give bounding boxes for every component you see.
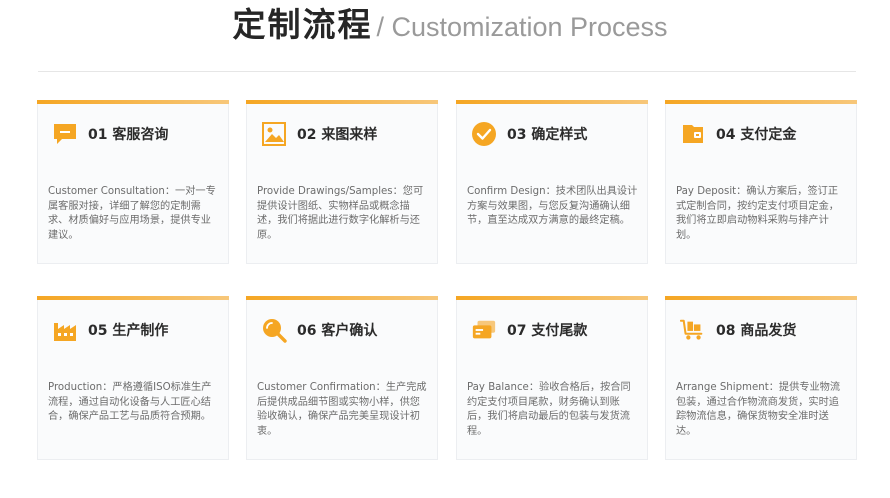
card-accent-bar — [665, 100, 857, 104]
card-accent-bar — [246, 100, 438, 104]
card-header: 06 客户确认 — [261, 317, 377, 343]
page-title: 定制流程 / Customization Process — [222, 0, 667, 60]
step-card-2: 02 来图来样 Provide Drawings/Samples：您可提供设计图… — [246, 100, 438, 264]
step-card-4: 04 支付定金 Pay Deposit：确认方案后，签订正式定制合同，按约定支付… — [665, 100, 857, 264]
card-title: 07 支付尾款 — [507, 323, 588, 339]
payment-card-icon — [471, 317, 497, 343]
header: 定制流程 / Customization Process — [0, 0, 890, 60]
card-accent-bar — [456, 100, 648, 104]
step-card-5: 05 生产制作 Production：严格遵循ISO标准生产流程，通过自动化设备… — [37, 296, 229, 460]
step-card-6: 06 客户确认 Customer Confirmation：生产完成后提供成品细… — [246, 296, 438, 460]
step-card-7: 07 支付尾款 Pay Balance：验收合格后，按合同约定支付项目尾款，财务… — [456, 296, 648, 460]
step-card-1: 01 客服咨询 Customer Consultation：一对一专属客服对接，… — [37, 100, 229, 264]
step-card-8: 08 商品发货 Arrange Shipment：提供专业物流包装，通过合作物流… — [665, 296, 857, 460]
card-accent-bar — [456, 296, 648, 300]
card-accent-bar — [37, 100, 229, 104]
card-title: 02 来图来样 — [297, 127, 378, 143]
card-title: 01 客服咨询 — [88, 127, 169, 143]
card-accent-bar — [37, 296, 229, 300]
wallet-icon — [680, 121, 706, 147]
card-title: 03 确定样式 — [507, 127, 588, 143]
card-accent-bar — [665, 296, 857, 300]
card-header: 05 生产制作 — [52, 317, 168, 343]
card-header: 02 来图来样 — [261, 121, 377, 147]
magnifier-icon — [261, 317, 287, 343]
card-description: Pay Balance：验收合格后，按合同约定支付项目尾款，财务确认到账后，我们… — [467, 382, 631, 437]
card-description: Confirm Design：技术团队出具设计方案与效果图，与您反复沟通确认细节… — [467, 186, 638, 226]
card-description: Customer Consultation：一对一专属客服对接，详细了解您的定制… — [48, 186, 216, 241]
card-header: 04 支付定金 — [680, 121, 796, 147]
card-title: 05 生产制作 — [88, 323, 169, 339]
card-header: 03 确定样式 — [471, 121, 587, 147]
card-description: Customer Confirmation：生产完成后提供成品细节图或实物小样，… — [257, 382, 427, 437]
card-description: Arrange Shipment：提供专业物流包装，通过合作物流商发货，实时追踪… — [676, 382, 841, 437]
page-title-cn: 定制流程 — [232, 5, 373, 44]
card-title: 04 支付定金 — [716, 127, 797, 143]
card-description: Production：严格遵循ISO标准生产流程，通过自动化设备与人工匠心结合，… — [48, 382, 212, 422]
page-title-en: / Customization Process — [376, 12, 668, 42]
card-title: 08 商品发货 — [716, 323, 797, 339]
chat-bubble-icon — [52, 121, 78, 147]
card-title: 06 客户确认 — [297, 323, 378, 339]
card-description: Provide Drawings/Samples：您可提供设计图纸、实物样品或概… — [257, 186, 424, 241]
card-header: 08 商品发货 — [680, 317, 796, 343]
image-icon — [261, 121, 287, 147]
shipping-cart-icon — [680, 317, 706, 343]
header-divider — [38, 71, 856, 72]
card-description: Pay Deposit：确认方案后，签订正式定制合同，按约定支付项目定金，我们将… — [676, 186, 839, 241]
card-header: 01 客服咨询 — [52, 121, 168, 147]
factory-icon — [52, 317, 78, 343]
step-card-3: 03 确定样式 Confirm Design：技术团队出具设计方案与效果图，与您… — [456, 100, 648, 264]
card-header: 07 支付尾款 — [471, 317, 587, 343]
check-circle-icon — [471, 121, 497, 147]
process-grid: 01 客服咨询 Customer Consultation：一对一专属客服对接，… — [37, 100, 858, 460]
card-accent-bar — [246, 296, 438, 300]
